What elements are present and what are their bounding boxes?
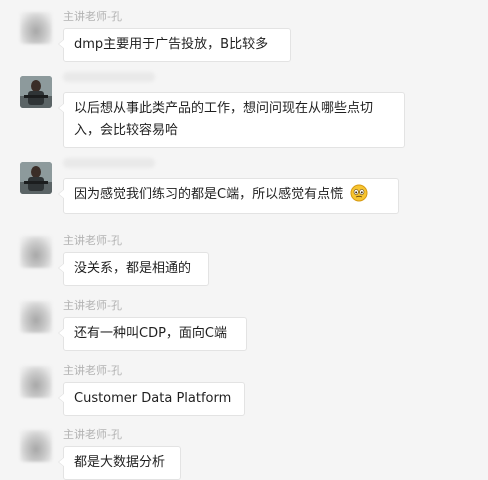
sender-name: 主讲老师-孔 <box>63 364 122 377</box>
sender-name <box>63 72 155 82</box>
avatar[interactable] <box>20 366 52 398</box>
message-bubble: 还有一种叫CDP，面向C端 <box>58 317 247 351</box>
avatar[interactable] <box>20 76 52 108</box>
message-bubble: 因为感觉我们练习的都是C端，所以感觉有点慌 <box>58 178 399 214</box>
message-text: 都是大数据分析 <box>74 455 166 470</box>
sender-name: 主讲老师-孔 <box>63 299 122 312</box>
message-text: dmp主要用于广告投放，B比较多 <box>74 37 269 52</box>
soldier-avatar-image <box>20 76 52 108</box>
soldier-avatar-image <box>20 162 52 194</box>
avatar[interactable] <box>20 12 52 44</box>
message-bubble: 没关系，都是相通的 <box>58 252 209 286</box>
message-bubble: Customer Data Platform <box>58 382 245 416</box>
avatar[interactable] <box>20 430 52 462</box>
avatar[interactable] <box>20 162 52 194</box>
avatar[interactable] <box>20 301 52 333</box>
sender-name: 主讲老师-孔 <box>63 10 122 23</box>
avatar[interactable] <box>20 236 52 268</box>
message-bubble: 以后想从事此类产品的工作，想问问现在从哪些点切入，会比较容易哈 <box>58 92 405 148</box>
message-text: 还有一种叫CDP，面向C端 <box>74 326 228 341</box>
message-bubble: dmp主要用于广告投放，B比较多 <box>58 28 291 62</box>
sender-name: 主讲老师-孔 <box>63 234 122 247</box>
nervous-face-emoji <box>350 184 368 202</box>
message-text: 没关系，都是相通的 <box>74 261 192 276</box>
sender-name <box>63 158 155 168</box>
message-text: 因为感觉我们练习的都是C端，所以感觉有点慌 <box>74 187 344 202</box>
message-text: Customer Data Platform <box>74 391 232 406</box>
message-bubble: 都是大数据分析 <box>58 446 181 480</box>
sender-name: 主讲老师-孔 <box>63 428 122 441</box>
message-text: 以后想从事此类产品的工作，想问问现在从哪些点切入，会比较容易哈 <box>74 101 374 138</box>
